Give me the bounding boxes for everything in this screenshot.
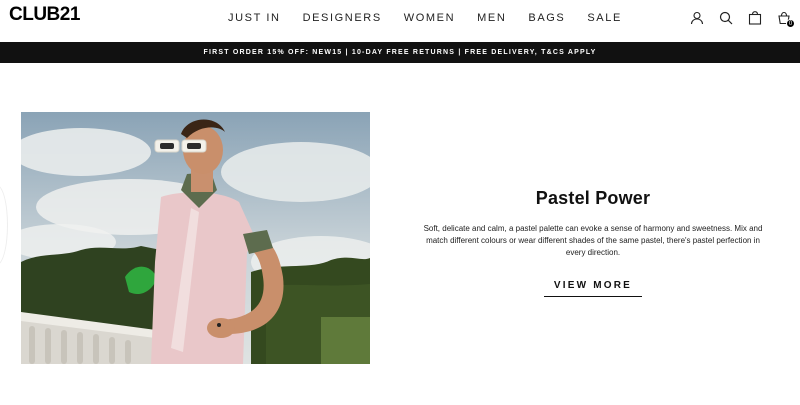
nav-item-women[interactable]: WOMEN	[404, 12, 455, 24]
brand-logo[interactable]: CLUB21	[9, 4, 80, 26]
account-icon[interactable]	[689, 10, 705, 26]
nav-item-sale[interactable]: SALE	[587, 12, 622, 24]
promo-text: FIRST ORDER 15% OFF: NEW15 | 10-DAY FREE…	[203, 49, 597, 56]
view-more-link[interactable]: VIEW MORE	[544, 280, 642, 297]
bag-icon[interactable]	[747, 10, 763, 26]
hero-image[interactable]	[21, 112, 370, 364]
feature-title: Pastel Power	[535, 188, 651, 208]
cart-icon[interactable]: 0	[776, 10, 795, 28]
main-nav: JUST IN DESIGNERS WOMEN MEN BAGS SALE	[228, 12, 622, 24]
nav-item-just-in[interactable]: JUST IN	[228, 12, 281, 24]
feature-section: Pastel Power Soft, delicate and calm, a …	[420, 188, 766, 259]
header-icons: 0	[676, 10, 795, 28]
feature-description: Soft, delicate and calm, a pastel palett…	[423, 224, 763, 257]
promo-banner: FIRST ORDER 15% OFF: NEW15 | 10-DAY FREE…	[0, 42, 800, 63]
hero-image-illustration	[21, 112, 370, 364]
carousel-edge-fragment	[0, 185, 8, 265]
nav-item-men[interactable]: MEN	[477, 12, 506, 24]
cart-count-badge: 0	[786, 19, 795, 28]
nav-item-designers[interactable]: DESIGNERS	[303, 12, 382, 24]
site-header: CLUB21 JUST IN DESIGNERS WOMEN MEN BAGS …	[0, 0, 800, 42]
search-icon[interactable]	[718, 10, 734, 26]
nav-item-bags[interactable]: BAGS	[528, 12, 565, 24]
